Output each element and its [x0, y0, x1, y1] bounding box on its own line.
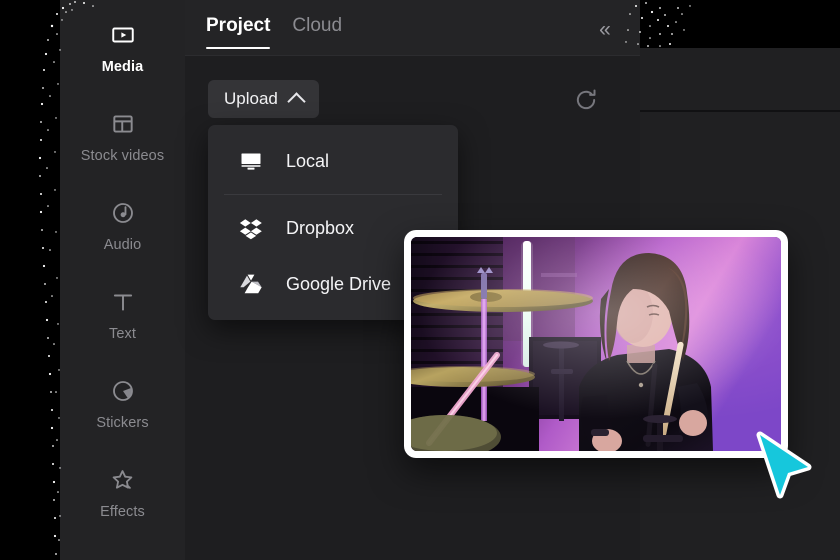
- sidebar-item-label: Effects: [100, 504, 145, 520]
- sidebar-item-media[interactable]: Media: [60, 18, 185, 107]
- double-chevron-left-icon[interactable]: «: [590, 14, 620, 44]
- stock-videos-icon: [110, 107, 136, 141]
- sidebar-item-text[interactable]: Text: [60, 285, 185, 374]
- media-panel-header-divider: [185, 55, 640, 56]
- tab-cloud[interactable]: Cloud: [292, 15, 342, 49]
- tab-project[interactable]: Project: [206, 15, 271, 49]
- menu-item-label: Google Drive: [286, 273, 392, 294]
- menu-item-local[interactable]: Local: [208, 133, 458, 189]
- sidebar-item-stock-videos[interactable]: Stock videos: [60, 107, 185, 196]
- sidebar-item-label: Stickers: [96, 415, 149, 431]
- panel-tabs: Project Cloud: [206, 15, 342, 49]
- menu-item-label: Dropbox: [286, 217, 355, 238]
- sidebar-item-audio[interactable]: Audio: [60, 196, 185, 285]
- video-thumbnail-image: [411, 237, 781, 451]
- text-icon: [110, 285, 136, 319]
- menu-item-label: Local: [286, 150, 330, 171]
- sidebar-item-label: Stock videos: [80, 148, 165, 164]
- google-drive-icon: [238, 271, 264, 297]
- stickers-icon: [110, 374, 136, 408]
- audio-icon: [110, 196, 136, 230]
- sidebar-item-effects[interactable]: Effects: [60, 463, 185, 552]
- refresh-icon[interactable]: [572, 86, 600, 114]
- upload-button-label: Upload: [224, 89, 278, 108]
- background-top-right: [620, 0, 840, 48]
- right-panel-divider: [620, 110, 840, 112]
- sidebar-item-stickers[interactable]: Stickers: [60, 374, 185, 463]
- effects-icon: [109, 463, 136, 497]
- chevron-up-icon: [287, 91, 306, 111]
- left-gutter: [0, 0, 62, 560]
- sidebar-item-label: Audio: [103, 237, 142, 253]
- upload-button[interactable]: Upload: [208, 80, 319, 118]
- left-sidebar: Media Stock videos Audio Text Stickers E…: [60, 0, 185, 560]
- dropbox-icon: [238, 215, 264, 241]
- sidebar-item-label: Media: [101, 59, 144, 75]
- video-thumbnail-card[interactable]: [404, 230, 788, 458]
- monitor-icon: [238, 148, 264, 174]
- editor-screenshot: Media Stock videos Audio Text Stickers E…: [0, 0, 840, 560]
- media-icon: [110, 18, 136, 52]
- menu-divider: [224, 194, 442, 195]
- sidebar-item-label: Text: [109, 326, 136, 342]
